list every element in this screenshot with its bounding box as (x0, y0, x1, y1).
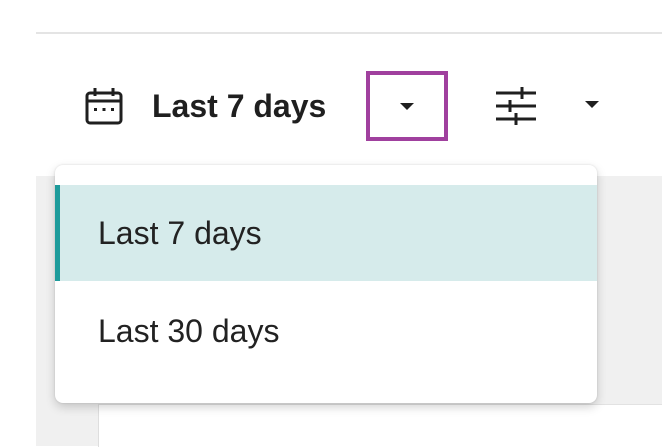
caret-down-icon (400, 102, 414, 110)
filters-dropdown-button[interactable] (572, 84, 612, 124)
date-range-label[interactable]: Last 7 days (152, 86, 326, 126)
calendar-icon (84, 86, 124, 126)
filters-button[interactable] (494, 84, 538, 128)
date-range-menu: Last 7 days Last 30 days (55, 165, 597, 403)
date-range-dropdown-button[interactable] (366, 71, 448, 141)
top-divider (36, 32, 662, 34)
menu-item-last-30-days[interactable]: Last 30 days (55, 283, 597, 379)
menu-item-last-7-days[interactable]: Last 7 days (55, 185, 597, 281)
sliders-icon (496, 87, 536, 125)
toolbar: Last 7 days (0, 60, 662, 150)
caret-down-icon (585, 100, 599, 108)
background-card (98, 404, 662, 447)
